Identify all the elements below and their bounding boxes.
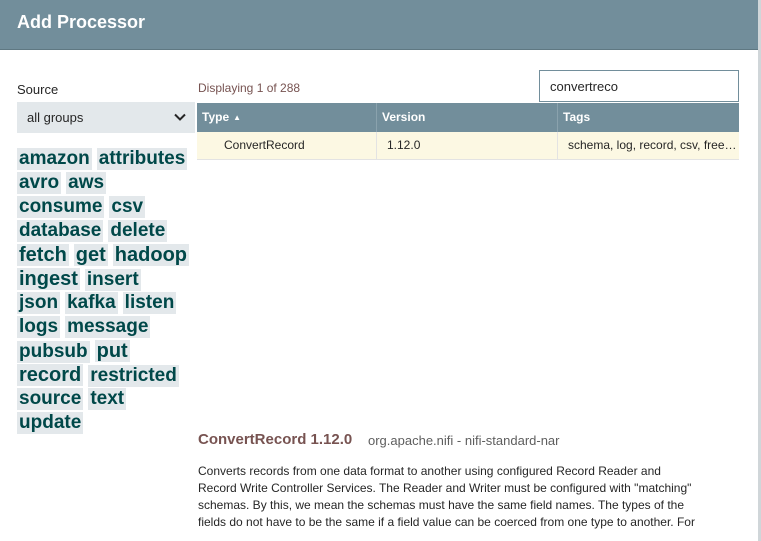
column-type-label: Type	[202, 110, 230, 124]
column-header-tags[interactable]: Tags	[558, 103, 739, 132]
tag-cloud-row: ingest insert	[17, 268, 197, 292]
column-header-version[interactable]: Version	[377, 103, 558, 132]
tag-aws[interactable]: aws	[66, 172, 107, 194]
description-line: fields do not have to be the same if a f…	[198, 515, 695, 529]
description-line: schemas. By this, we mean the schemas mu…	[198, 498, 685, 512]
tag-cloud-row: logs message	[17, 316, 197, 340]
tag-avro[interactable]: avro	[17, 172, 62, 194]
description-line: Converts records from one data format to…	[198, 464, 661, 478]
tag-kafka[interactable]: kafka	[65, 292, 118, 314]
tag-listen[interactable]: listen	[122, 292, 177, 314]
row-type-cell: ConvertRecord	[197, 132, 377, 159]
add-processor-dialog: Add Processor Source all groups amazon at…	[0, 0, 761, 541]
selected-processor-title: ConvertRecord 1.12.0	[198, 431, 353, 448]
table-row[interactable]: ConvertRecord 1.12.0 schema, log, record…	[197, 132, 739, 160]
source-selected-value: all groups	[27, 110, 84, 125]
row-tags-cell: schema, log, record, csv, freeform, text…	[568, 138, 739, 152]
result-count: Displaying 1 of 288	[198, 81, 301, 95]
processor-filter-input[interactable]	[539, 70, 739, 102]
tag-cloud-row: database delete	[17, 220, 197, 244]
tag-cloud-row: avro aws	[17, 172, 197, 196]
tag-attributes[interactable]: attributes	[96, 148, 188, 170]
tag-delete[interactable]: delete	[108, 220, 168, 242]
tag-text[interactable]: text	[88, 388, 127, 410]
tag-cloud-row: json kafka listen	[17, 292, 197, 316]
tag-cloud-row: fetch get hadoop	[17, 244, 197, 268]
column-header-type[interactable]: Type ▲	[197, 103, 377, 132]
tag-fetch[interactable]: fetch	[17, 244, 69, 266]
column-tags-label: Tags	[563, 110, 591, 124]
source-label: Source	[17, 82, 59, 97]
tag-ingest[interactable]: ingest	[17, 268, 80, 290]
dialog-title: Add Processor	[17, 12, 146, 32]
sort-ascending-icon: ▲	[233, 113, 242, 122]
tag-insert[interactable]: insert	[84, 269, 141, 291]
tag-amazon[interactable]: amazon	[17, 148, 92, 170]
tag-logs[interactable]: logs	[17, 316, 61, 338]
description-line: Record Write Controller Services. The Re…	[198, 481, 692, 495]
dialog-header: Add Processor	[0, 0, 761, 50]
column-version-label: Version	[382, 110, 426, 124]
table-header: Type ▲ Version Tags	[197, 103, 739, 132]
tag-put[interactable]: put	[94, 340, 130, 362]
tag-message[interactable]: message	[65, 316, 151, 338]
row-version-cell: 1.12.0	[377, 132, 558, 159]
tag-json[interactable]: json	[17, 292, 61, 314]
tag-pubsub[interactable]: pubsub	[17, 341, 90, 363]
chevron-down-icon	[174, 113, 186, 121]
processor-types-table: Type ▲ Version Tags ConvertRecord 1.12.0 …	[197, 103, 739, 160]
selected-processor-bundle: org.apache.nifi - nifi-standard-nar	[368, 433, 560, 448]
tag-record[interactable]: record	[17, 364, 84, 386]
tag-database[interactable]: database	[17, 220, 104, 242]
selected-processor-description: Converts records from one data format to…	[198, 463, 740, 531]
tag-cloud-row: source text	[17, 388, 197, 412]
tag-get[interactable]: get	[73, 244, 108, 266]
tag-source[interactable]: source	[17, 388, 84, 410]
tag-restricted[interactable]: restricted	[88, 365, 179, 387]
tag-cloud-row: update	[17, 412, 197, 436]
tag-cloud-row: record restricted	[17, 364, 197, 388]
tag-hadoop[interactable]: hadoop	[112, 244, 190, 266]
source-group-select[interactable]: all groups	[17, 102, 195, 133]
tag-cloud-row: consume csv	[17, 196, 197, 220]
tag-update[interactable]: update	[17, 412, 84, 434]
tag-cloud-row: pubsub put	[17, 340, 197, 364]
tag-csv[interactable]: csv	[109, 196, 146, 218]
tag-consume[interactable]: consume	[17, 196, 105, 218]
tag-cloud-row: amazon attributes	[17, 148, 197, 172]
tag-cloud: amazon attributes avro aws consume csv databas…	[17, 148, 197, 436]
